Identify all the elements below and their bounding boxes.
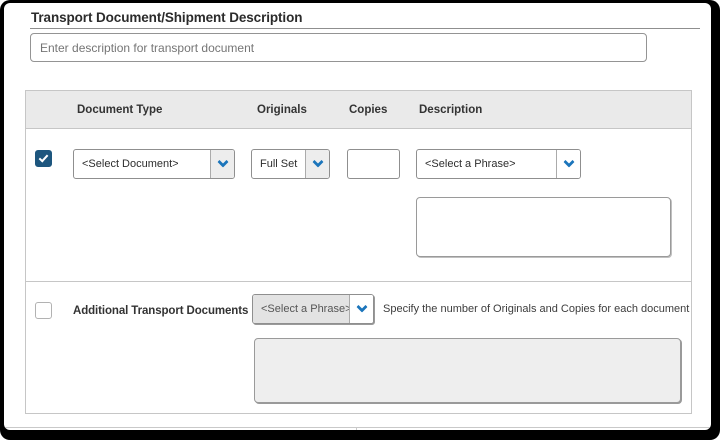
chevron-down-icon	[210, 150, 234, 178]
additional-documents-textarea	[254, 338, 681, 403]
form-page: Transport Document/Shipment Description …	[4, 3, 711, 430]
next-section-column-divider	[356, 427, 357, 430]
chevron-down-icon	[556, 150, 580, 178]
document-type-select[interactable]: <Select Document>	[73, 149, 235, 179]
additional-documents-label: Additional Transport Documents	[73, 305, 249, 317]
description-phrase-selected-value: <Select a Phrase>	[425, 158, 516, 170]
column-header-copies: Copies	[349, 104, 388, 116]
document-type-selected-value: <Select Document>	[82, 158, 179, 170]
chevron-down-icon	[305, 150, 329, 178]
column-header-description: Description	[419, 104, 483, 116]
description-phrase-select[interactable]: <Select a Phrase>	[416, 149, 581, 179]
documents-table: Document Type Originals Copies Descripti…	[25, 90, 692, 414]
column-header-originals: Originals	[257, 104, 307, 116]
originals-selected-value: Full Set	[260, 158, 298, 170]
column-header-document-type: Document Type	[77, 104, 163, 116]
additional-phrase-select[interactable]: <Select a Phrase>	[252, 294, 374, 324]
row-divider	[26, 281, 691, 282]
next-section-divider	[4, 427, 711, 428]
page-title: Transport Document/Shipment Description	[31, 10, 303, 25]
additional-documents-checkbox[interactable]	[35, 302, 52, 319]
document-row-checkbox[interactable]	[35, 150, 52, 167]
table-header-row: Document Type Originals Copies Descripti…	[26, 91, 691, 129]
additional-documents-note: Specify the number of Originals and Copi…	[383, 303, 690, 315]
transport-description-input[interactable]	[30, 33, 647, 62]
copies-input[interactable]	[347, 149, 400, 179]
check-icon	[38, 152, 49, 163]
screenshot-frame: Transport Document/Shipment Description …	[0, 0, 720, 440]
originals-select[interactable]: Full Set	[251, 149, 330, 179]
title-divider	[30, 28, 700, 29]
chevron-down-icon	[349, 295, 373, 323]
description-textarea[interactable]	[416, 197, 671, 257]
additional-phrase-selected-value: <Select a Phrase>	[253, 295, 349, 323]
